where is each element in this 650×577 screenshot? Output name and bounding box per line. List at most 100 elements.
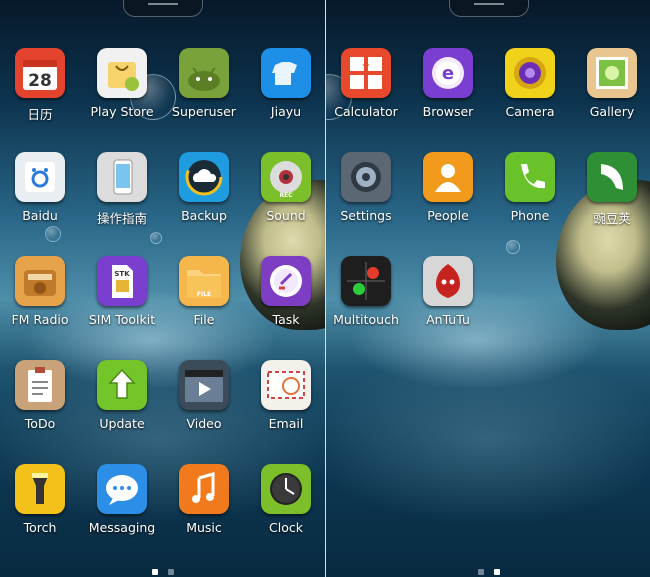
app-email[interactable]: Email xyxy=(246,360,325,456)
app-label: Music xyxy=(186,520,222,535)
app-todo[interactable]: ToDo xyxy=(0,360,80,456)
app-label: Task xyxy=(272,312,300,327)
app-superuser[interactable]: Superuser xyxy=(164,48,244,144)
app-label: File xyxy=(193,312,215,327)
app-messaging[interactable]: Messaging xyxy=(82,464,162,560)
app-label: 操作指南 xyxy=(96,211,147,226)
page-dot[interactable] xyxy=(493,569,500,575)
app-clock[interactable]: Clock xyxy=(246,464,325,560)
email-envelope-icon[interactable] xyxy=(261,360,311,410)
app-label: ToDo xyxy=(24,416,56,431)
home-screen-right[interactable]: + Calculator e Browser Camera Gallery Settings… xyxy=(326,0,650,577)
app-task[interactable]: Task xyxy=(246,256,325,352)
superuser-icon[interactable] xyxy=(179,48,229,98)
app-backup[interactable]: Backup xyxy=(164,152,244,248)
svg-text:28: 28 xyxy=(28,71,52,91)
svg-text:STK: STK xyxy=(114,270,130,278)
page-dot[interactable] xyxy=(167,569,174,575)
app-multitouch[interactable]: Multitouch xyxy=(326,256,406,352)
clipboard-icon[interactable] xyxy=(15,360,65,410)
people-icon[interactable] xyxy=(423,152,473,202)
app-label: Torch xyxy=(23,520,57,535)
app-update[interactable]: Update xyxy=(82,360,162,456)
calendar-icon[interactable]: 28 xyxy=(15,48,65,98)
app-camera[interactable]: Camera xyxy=(490,48,570,144)
app-label: Phone xyxy=(510,208,550,223)
notification-pull-handle[interactable] xyxy=(449,0,529,17)
app-label: 豌豆荚 xyxy=(593,211,631,226)
sound-icon[interactable]: REC xyxy=(261,152,311,202)
app-shortcut[interactable]: 豌豆荚 xyxy=(572,152,650,248)
app-sound[interactable]: REC Sound xyxy=(246,152,325,248)
app-label: Email xyxy=(268,416,304,431)
app-label: Superuser xyxy=(172,104,236,119)
app-calculator[interactable]: + Calculator xyxy=(326,48,406,144)
antutu-icon[interactable] xyxy=(423,256,473,306)
backup-cloud-icon[interactable] xyxy=(179,152,229,202)
app-video[interactable]: Video xyxy=(164,360,244,456)
page-indicator xyxy=(0,560,325,577)
app-jiayu[interactable]: Jiayu xyxy=(246,48,325,144)
message-bubble-icon[interactable] xyxy=(97,464,147,514)
app-label: Browser xyxy=(422,104,474,119)
phone-handset-icon[interactable] xyxy=(505,152,555,202)
clock-icon[interactable] xyxy=(261,464,311,514)
app-label: Calculator xyxy=(334,104,398,119)
app-phone[interactable]: Phone xyxy=(490,152,570,248)
app-label: Update xyxy=(99,416,145,431)
app-play-store[interactable]: Play Store xyxy=(82,48,162,144)
app-label: Play Store xyxy=(90,104,154,119)
app-shortcut[interactable]: 操作指南 xyxy=(82,152,162,248)
sim-card-icon[interactable]: STK xyxy=(97,256,147,306)
app-label: Video xyxy=(186,416,222,431)
page-dot[interactable] xyxy=(477,569,484,575)
home-screen-left[interactable]: 28 日历 Play Store Superuser Jiayu Baidu 操作指南 Bac… xyxy=(0,0,325,577)
settings-gear-icon[interactable] xyxy=(341,152,391,202)
jiayu-icon[interactable] xyxy=(261,48,311,98)
app-baidu[interactable]: Baidu xyxy=(0,152,80,248)
camera-icon[interactable] xyxy=(505,48,555,98)
svg-text:REC: REC xyxy=(279,192,293,199)
app-browser[interactable]: e Browser xyxy=(408,48,488,144)
app-shortcut[interactable]: 28 日历 xyxy=(0,48,80,144)
app-fm-radio[interactable]: FM Radio xyxy=(0,256,80,352)
app-label: FM Radio xyxy=(11,312,69,327)
page-dot[interactable] xyxy=(151,569,158,575)
app-antutu[interactable]: AnTuTu xyxy=(408,256,488,352)
app-label: Gallery xyxy=(589,104,635,119)
play-store-icon[interactable] xyxy=(97,48,147,98)
task-icon[interactable] xyxy=(261,256,311,306)
folder-icon[interactable]: FILE xyxy=(179,256,229,306)
torch-icon[interactable] xyxy=(15,464,65,514)
app-label: Messaging xyxy=(88,520,156,535)
app-gallery[interactable]: Gallery xyxy=(572,48,650,144)
update-arrow-icon[interactable] xyxy=(97,360,147,410)
baidu-icon[interactable] xyxy=(15,152,65,202)
app-label: Jiayu xyxy=(270,104,302,119)
guide-phone-icon[interactable] xyxy=(97,152,147,202)
app-settings[interactable]: Settings xyxy=(326,152,406,248)
gallery-icon[interactable] xyxy=(587,48,637,98)
app-file[interactable]: FILE File xyxy=(164,256,244,352)
app-torch[interactable]: Torch xyxy=(0,464,80,560)
app-label: 日历 xyxy=(27,107,53,122)
video-clapper-icon[interactable] xyxy=(179,360,229,410)
music-note-icon[interactable] xyxy=(179,464,229,514)
multitouch-icon[interactable] xyxy=(341,256,391,306)
notification-pull-handle[interactable] xyxy=(123,0,203,17)
radio-icon[interactable] xyxy=(15,256,65,306)
app-sim-toolkit[interactable]: STK SIM Toolkit xyxy=(82,256,162,352)
svg-text:+: + xyxy=(362,60,370,71)
svg-text:FILE: FILE xyxy=(197,291,211,298)
app-music[interactable]: Music xyxy=(164,464,244,560)
app-label: Settings xyxy=(340,208,392,223)
svg-text:e: e xyxy=(442,63,454,84)
browser-icon[interactable]: e xyxy=(423,48,473,98)
app-label: Sound xyxy=(266,208,306,223)
app-label: Backup xyxy=(181,208,227,223)
app-label: Camera xyxy=(505,104,555,119)
wandoujia-icon[interactable] xyxy=(587,152,637,202)
app-people[interactable]: People xyxy=(408,152,488,248)
calculator-icon[interactable]: + xyxy=(341,48,391,98)
app-label: AnTuTu xyxy=(426,312,470,327)
